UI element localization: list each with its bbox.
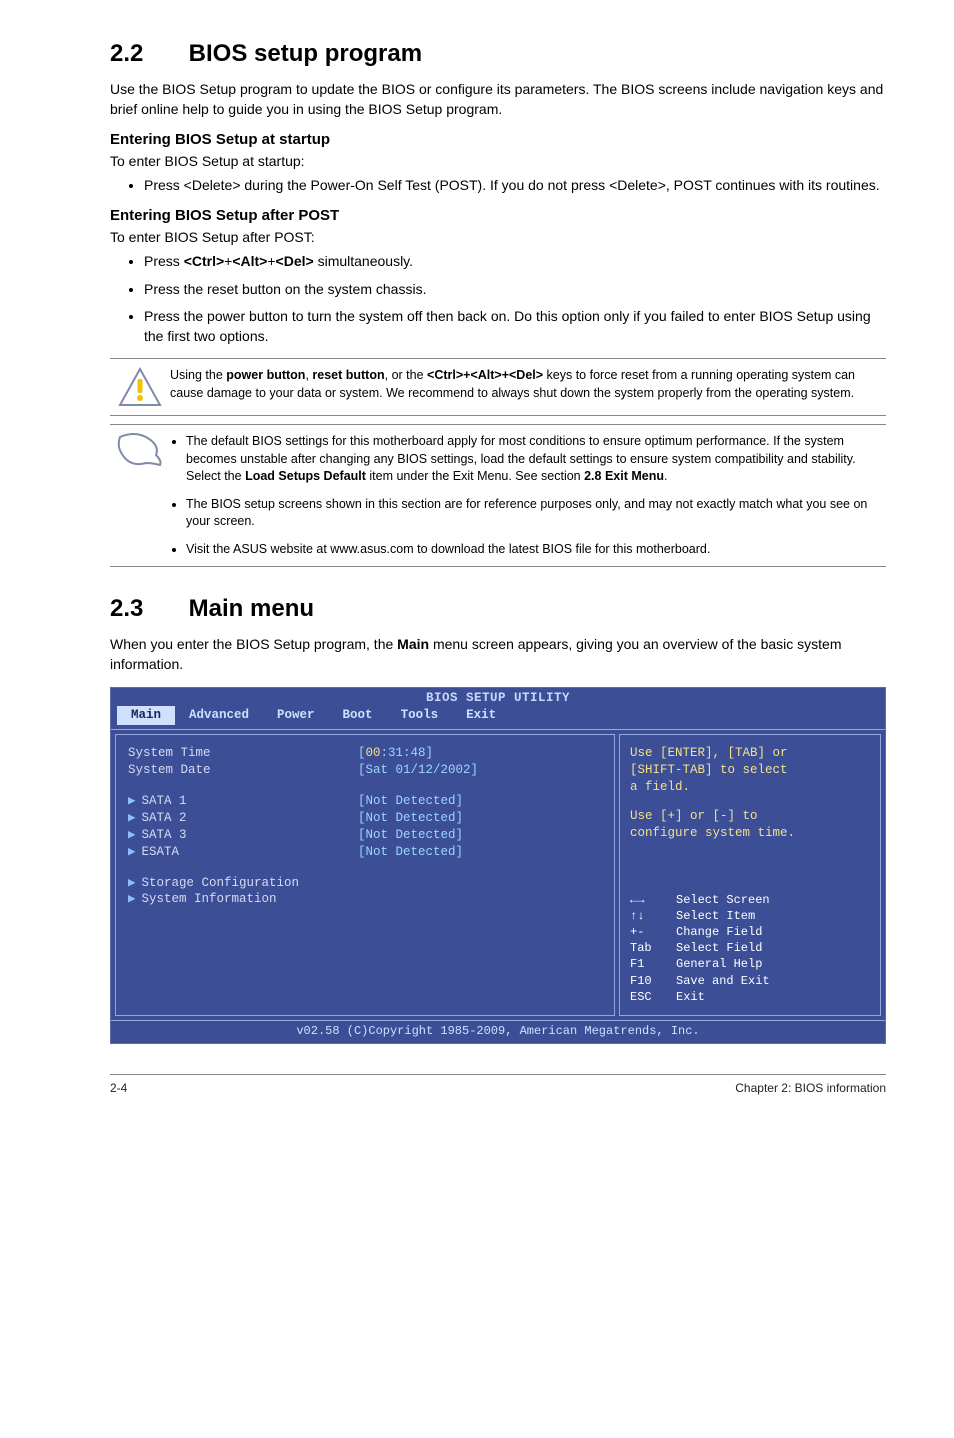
startup-subhead: Entering BIOS Setup at startup <box>110 131 886 148</box>
warning-icon <box>118 367 162 407</box>
bios-menu-advanced: Advanced <box>175 706 263 725</box>
bios-esata-val: [Not Detected] <box>358 844 463 861</box>
chapter-label: Chapter 2: BIOS information <box>735 1081 886 1095</box>
note-c: Visit the ASUS website at www.asus.com t… <box>186 541 880 559</box>
bios-help-l1: Use [ENTER], [TAB] or <box>630 745 870 762</box>
bios-sata1-val: [Not Detected] <box>358 793 463 810</box>
bios-menu-tools: Tools <box>387 706 453 725</box>
note-a: The default BIOS settings for this mothe… <box>186 433 880 486</box>
section-2-3-number: 2.3 <box>110 595 182 623</box>
triangle-icon: ▶ <box>128 876 136 890</box>
bios-menubar: Main Advanced Power Boot Tools Exit <box>111 706 885 729</box>
startup-lead: To enter BIOS Setup at startup: <box>110 152 886 172</box>
triangle-icon: ▶ <box>128 811 136 825</box>
note-icon <box>116 433 164 469</box>
section-2-2-number: 2.2 <box>110 40 182 68</box>
s23-intro: When you enter the BIOS Setup program, t… <box>110 635 886 674</box>
key-arrows-ud: ↑↓ <box>630 908 676 924</box>
note-b: The BIOS setup screens shown in this sec… <box>186 496 880 531</box>
bios-keys-help: ←→Select Screen ↑↓Select Item +-Change F… <box>630 892 870 1005</box>
bios-systime-value: [00:31:48] <box>358 745 433 762</box>
bios-footer: v02.58 (C)Copyright 1985-2009, American … <box>111 1020 885 1043</box>
bios-sysdate-label: System Date <box>128 762 358 779</box>
section-2-3-heading: Main menu <box>189 595 314 622</box>
bios-system-info: ▶System Information <box>128 891 358 908</box>
post-item-a: Press <Ctrl>+<Alt>+<Del> simultaneously. <box>144 252 886 272</box>
warning-callout: Using the power button, reset button, or… <box>110 358 886 416</box>
key-f1: F1 <box>630 956 676 972</box>
bios-storage-config: ▶Storage Configuration <box>128 875 358 892</box>
key-tab: Tab <box>630 940 676 956</box>
bios-right-pane: Use [ENTER], [TAB] or [SHIFT-TAB] to sel… <box>619 734 881 1016</box>
post-subhead: Entering BIOS Setup after POST <box>110 207 886 224</box>
page-number: 2-4 <box>110 1081 127 1095</box>
bios-sata2-val: [Not Detected] <box>358 810 463 827</box>
bios-menu-main: Main <box>117 706 175 725</box>
post-item-b: Press the reset button on the system cha… <box>144 280 886 300</box>
section-2-3-title: 2.3 Main menu <box>110 595 886 623</box>
bios-menu-exit: Exit <box>452 706 510 725</box>
key-f10: F10 <box>630 973 676 989</box>
startup-item: Press <Delete> during the Power-On Self … <box>144 176 886 196</box>
page-footer: 2-4 Chapter 2: BIOS information <box>110 1074 886 1095</box>
bios-left-pane: System Time [00:31:48] System Date [Sat … <box>115 734 615 1016</box>
triangle-icon: ▶ <box>128 892 136 906</box>
triangle-icon: ▶ <box>128 828 136 842</box>
bios-title: BIOS SETUP UTILITY <box>111 688 885 707</box>
key-arrows-lr: ←→ <box>630 892 676 908</box>
post-lead: To enter BIOS Setup after POST: <box>110 228 886 248</box>
section-2-2-heading: BIOS setup program <box>189 40 422 67</box>
bios-screenshot: BIOS SETUP UTILITY Main Advanced Power B… <box>110 687 886 1045</box>
bios-menu-boot: Boot <box>329 706 387 725</box>
triangle-icon: ▶ <box>128 845 136 859</box>
s22-intro: Use the BIOS Setup program to update the… <box>110 80 886 119</box>
bios-help-l3: a field. <box>630 779 870 796</box>
key-plusminus: +- <box>630 924 676 940</box>
post-item-c: Press the power button to turn the syste… <box>144 307 886 346</box>
key-esc: ESC <box>630 989 676 1005</box>
section-2-2-title: 2.2 BIOS setup program <box>110 40 886 68</box>
bios-help-l4: Use [+] or [-] to <box>630 808 870 825</box>
triangle-icon: ▶ <box>128 794 136 808</box>
note-callout: The default BIOS settings for this mothe… <box>110 424 886 567</box>
bios-sata3-val: [Not Detected] <box>358 827 463 844</box>
bios-systime-label: System Time <box>128 745 358 762</box>
bios-sysdate-value: [Sat 01/12/2002] <box>358 762 478 779</box>
bios-sata3: ▶SATA 3 <box>128 827 358 844</box>
warning-text: Using the power button, reset button, or… <box>170 367 886 402</box>
bios-esata: ▶ESATA <box>128 844 358 861</box>
bios-help-l5: configure system time. <box>630 825 870 842</box>
bios-help-l2: [SHIFT-TAB] to select <box>630 762 870 779</box>
bios-sata2: ▶SATA 2 <box>128 810 358 827</box>
bios-menu-power: Power <box>263 706 329 725</box>
bios-sata1: ▶SATA 1 <box>128 793 358 810</box>
